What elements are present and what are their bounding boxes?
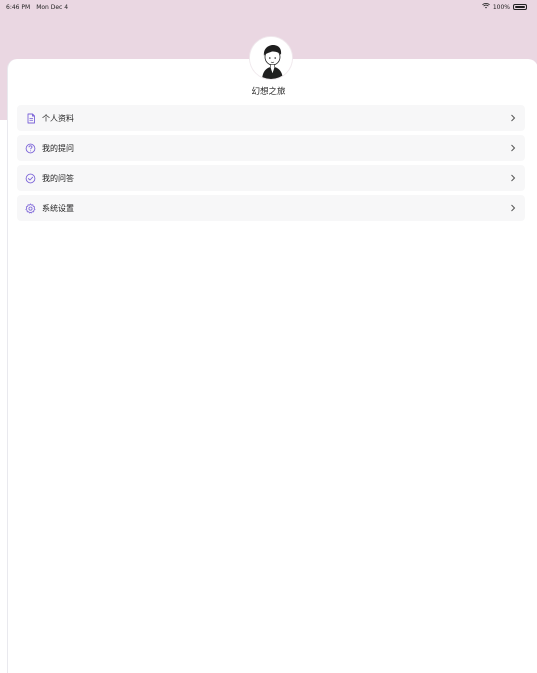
status-bar: 6:46 PM Mon Dec 4 100% [0,0,537,14]
menu-item-my-answers[interactable]: 我的问答 [17,165,525,191]
status-left: 6:46 PM Mon Dec 4 [6,4,68,11]
menu-item-settings[interactable]: 系统设置 [17,195,525,221]
menu-item-profile[interactable]: 个人资料 [17,105,525,131]
menu-item-label: 我的问答 [42,173,74,183]
menu-list: 个人资料 我的提问 我的问答 系统设置 [17,105,525,225]
menu-item-label: 个人资料 [42,113,74,123]
chevron-right-icon [509,203,517,213]
menu-item-label: 我的提问 [42,143,74,153]
status-date: Mon Dec 4 [36,3,69,11]
chevron-right-icon [509,143,517,153]
question-circle-icon [25,143,36,154]
menu-item-label: 系统设置 [42,203,74,213]
check-circle-icon [25,173,36,184]
menu-item-my-questions[interactable]: 我的提问 [17,135,525,161]
username: 幻想之旅 [251,87,286,97]
wifi-icon [481,3,490,11]
status-time: 6:46 PM [6,3,31,11]
battery-percentage: 100% [492,3,510,11]
battery-icon [513,4,527,10]
document-icon [25,113,36,124]
status-right: 100% [481,3,527,11]
chevron-right-icon [509,173,517,183]
app-screen: 6:46 PM Mon Dec 4 100% 幻想之旅 个人资料 我的提问 我的… [0,0,537,673]
gear-icon [25,203,36,214]
avatar[interactable] [249,36,293,80]
chevron-right-icon [509,113,517,123]
